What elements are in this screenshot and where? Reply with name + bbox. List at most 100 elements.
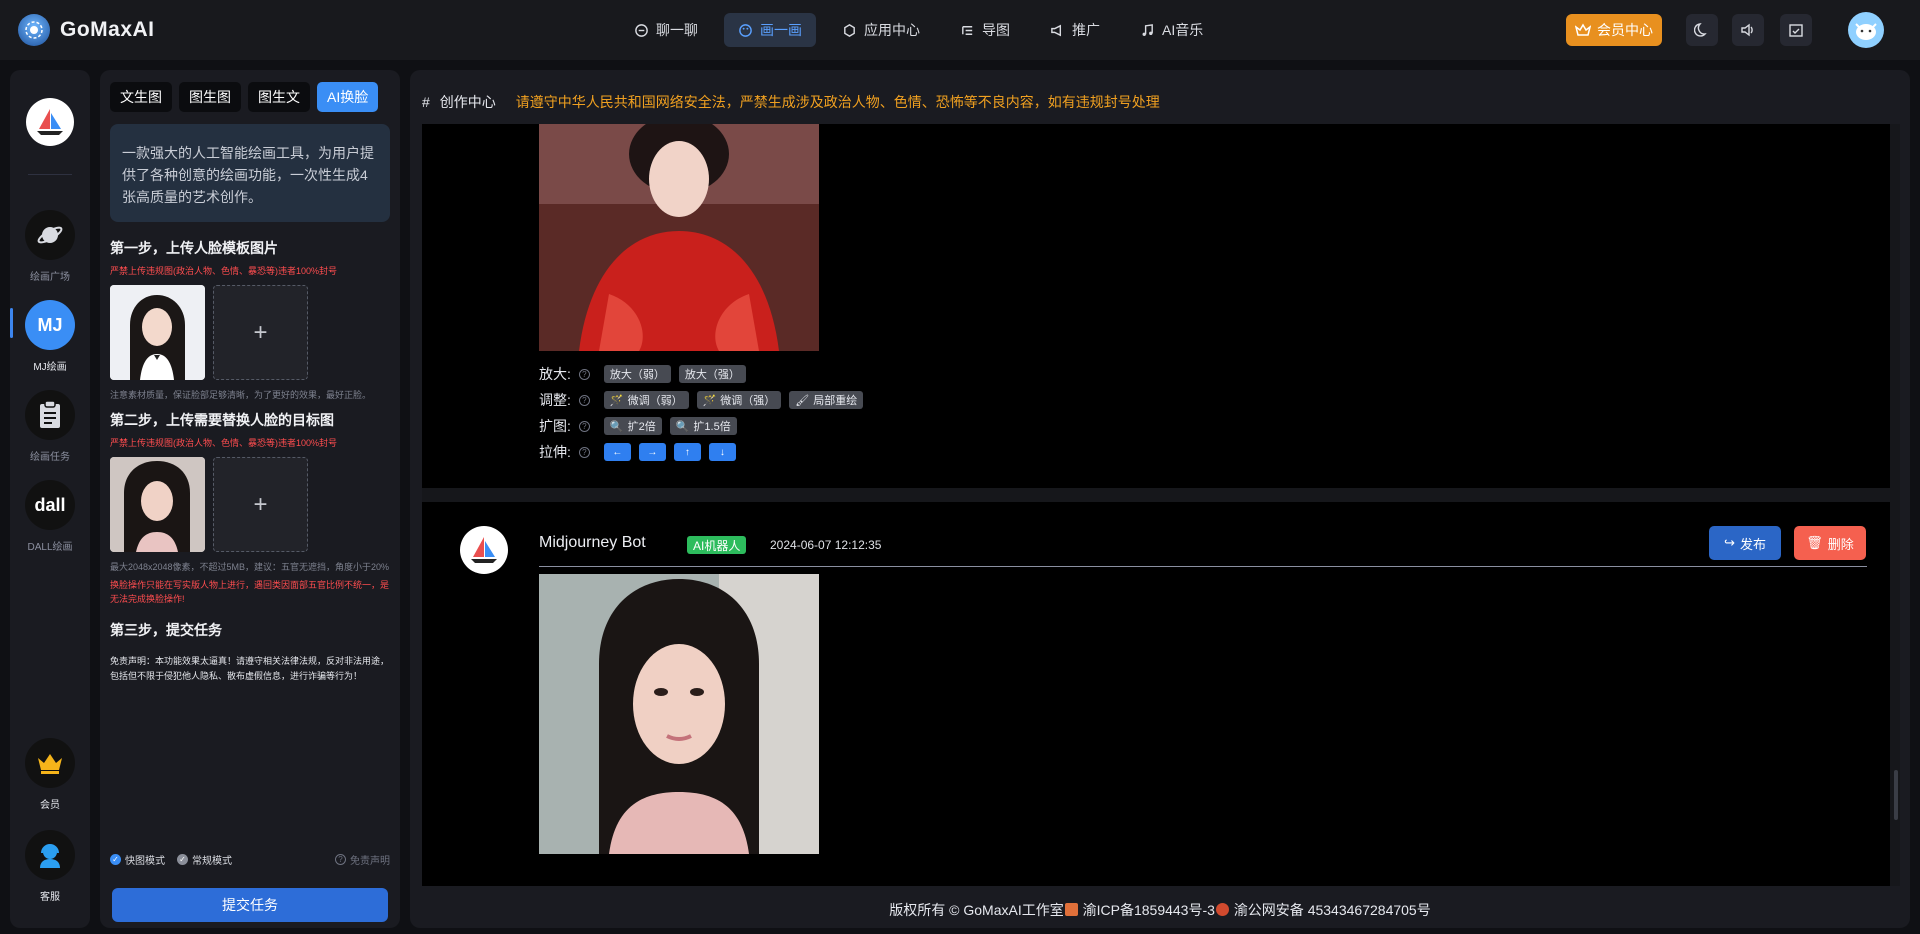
normal-mode-option[interactable]: ✓ 常规模式 [177,852,232,867]
left-rail: 绘画广场 MJ MJ绘画 绘画任务 dall DALL绘画 会员 客服 [10,70,90,928]
logo-icon [18,14,50,46]
dall-icon: dall [25,480,75,530]
tab-ai-face-swap[interactable]: AI换脸 [317,82,379,112]
result-card: 放大: ? 放大（弱） 放大（强） 调整: ? 🪄 微调（弱） 🪄 微调（强） 🖌 局… [422,124,1890,488]
studio-icon [1064,903,1078,916]
music-icon [1142,23,1153,36]
calendar-check-icon [1789,24,1803,37]
tab-image-to-image[interactable]: 图生图 [179,82,241,112]
police-link[interactable]: 渝公网安备 45343467284705号 [1234,902,1431,918]
creation-center: # 创作中心 请遵守中华人民共和国网络安全法，严禁生成涉及政治人物、色情、恐怖等… [410,70,1910,928]
checked-icon: ✓ [177,854,188,865]
pan-right-button[interactable]: → [638,443,666,461]
bot-name: Midjourney Bot [539,534,646,551]
upload-target-image-button[interactable]: + [213,457,308,552]
moon-icon [1694,23,1707,37]
zoom-1-5x-button[interactable]: 🔍 扩1.5倍 [669,417,737,435]
bot-badge: AI机器人 [687,536,747,554]
disclaimer-link[interactable]: ? 免责声明 [335,852,390,867]
message-time: 2024-06-07 12:12:35 [770,538,882,552]
rail-logo[interactable] [26,98,74,146]
tab-image-to-text[interactable]: 图生文 [248,82,310,112]
policy-notice: 请遵守中华人民共和国网络安全法，严禁生成涉及政治人物、色情、恐怖等不良内容，如有… [515,94,1160,110]
upscale-weak-button[interactable]: 放大（弱） [603,365,671,383]
intro-text: 一款强大的人工智能绘画工具，为用户提供了各种创意的绘画功能，一次性生成4张高质量… [110,124,390,222]
nav-mindmap[interactable]: 导图 [946,13,1024,47]
dark-mode-toggle[interactable] [1686,14,1718,46]
nav-draw[interactable]: 画一画 [724,13,816,47]
checkin-button[interactable] [1780,14,1812,46]
vary-strong-button[interactable]: 🪄 微调（强） [696,391,782,409]
submit-task-button[interactable]: 提交任务 [112,888,388,922]
checked-icon: ✓ [110,854,121,865]
help-icon[interactable]: ? [578,446,590,458]
wand-icon: 🪄 [609,394,624,407]
planet-icon [25,210,75,260]
nav-chat[interactable]: 聊一聊 [620,13,712,47]
step1-upload-row: + [110,285,390,380]
generated-image[interactable] [539,124,819,351]
user-avatar[interactable] [1848,12,1884,48]
step2-warning: 严禁上传违规图(政治人物、色情、暴恐等)违者100%封号 [110,438,338,448]
vary-weak-button[interactable]: 🪄 微调（弱） [603,391,689,409]
pan-down-button[interactable]: ↓ [708,443,736,461]
upscale-strong-button[interactable]: 放大（强） [678,365,746,383]
mindmap-icon [962,25,973,35]
rail-item-vip[interactable]: 会员 [10,738,90,811]
result-image[interactable] [539,574,819,854]
police-badge-icon [1215,903,1229,916]
step1-note: 注意素材质量，保证脸部足够清晰，为了更好的效果，最好正脸。 [110,390,372,400]
cube-icon [844,23,855,37]
message-feed[interactable]: 放大: ? 放大（弱） 放大（强） 调整: ? 🪄 微调（弱） 🪄 微调（强） 🖌 局… [422,124,1900,886]
vip-center-button[interactable]: 会员中心 [1566,14,1662,46]
feed-scrollbar[interactable] [1894,770,1898,820]
face-template-thumbnail[interactable] [110,285,205,380]
pan-left-button[interactable]: ← [603,443,631,461]
sound-toggle[interactable] [1732,14,1764,46]
trash-icon: 🗑 [1806,535,1823,550]
rail-item-mj[interactable]: MJ MJ绘画 [10,300,90,373]
rail-item-gallery[interactable]: 绘画广场 [10,210,90,283]
crown-icon [25,738,75,788]
rail-divider [28,174,72,175]
nav-ai-music[interactable]: AI音乐 [1126,13,1217,47]
rail-item-support[interactable]: 客服 [10,830,90,903]
help-icon[interactable]: ? [578,368,590,380]
question-icon: ? [335,854,346,865]
fast-mode-option[interactable]: ✓ 快图模式 [110,852,165,867]
rail-item-tasks[interactable]: 绘画任务 [10,390,90,463]
hash-icon: # [422,94,430,110]
expand-row: 扩图: ? 🔍 扩2倍 🔍 扩1.5倍 [539,416,737,436]
target-image-thumbnail[interactable] [110,457,205,552]
delete-button[interactable]: 🗑 删除 [1794,526,1866,560]
rail-item-dall[interactable]: dall DALL绘画 [10,480,90,553]
support-agent-icon [25,830,75,880]
zoom-2x-button[interactable]: 🔍 扩2倍 [603,417,662,435]
divider [539,566,1867,567]
step3-title: 第三步，提交任务 [110,622,222,638]
message-card: Midjourney Bot AI机器人 2024-06-07 12:12:35… [422,502,1890,886]
step2-note: 最大2048x2048像素，不超过5MB，建议：五官无遮挡，角度小于20% [110,562,390,572]
megaphone-icon [1051,24,1062,36]
publish-button[interactable]: ↪ 发布 [1709,526,1781,560]
main-nav: 聊一聊 画一画 应用中心 导图 推广 AI音乐 [620,13,1217,47]
magnify-icon: 🔍 [609,420,624,433]
nav-promote[interactable]: 推广 [1036,13,1114,47]
wand-icon: 🪄 [702,394,717,407]
upscale-row: 放大: ? 放大（弱） 放大（强） [539,364,746,384]
upload-face-template-button[interactable]: + [213,285,308,380]
app-logo[interactable]: GoMaxAI [18,14,155,46]
app-name: GoMaxAI [60,18,155,41]
inpaint-button[interactable]: 🖌 局部重绘 [789,391,864,409]
main-header: # 创作中心 请遵守中华人民共和国网络安全法，严禁生成涉及政治人物、色情、恐怖等… [422,92,1160,112]
mode-tabs: 文生图 图生图 图生文 AI换脸 [110,82,390,112]
help-icon[interactable]: ? [578,420,590,432]
sailboat-logo-icon [471,537,497,563]
page-title: 创作中心 [439,94,496,110]
pan-up-button[interactable]: ↑ [673,443,701,461]
help-icon[interactable]: ? [578,394,590,406]
sailboat-logo-icon [37,109,63,135]
icp-link[interactable]: 渝ICP备1859443号-3 [1083,902,1215,918]
tab-text-to-image[interactable]: 文生图 [110,82,172,112]
nav-app-center[interactable]: 应用中心 [828,13,934,47]
